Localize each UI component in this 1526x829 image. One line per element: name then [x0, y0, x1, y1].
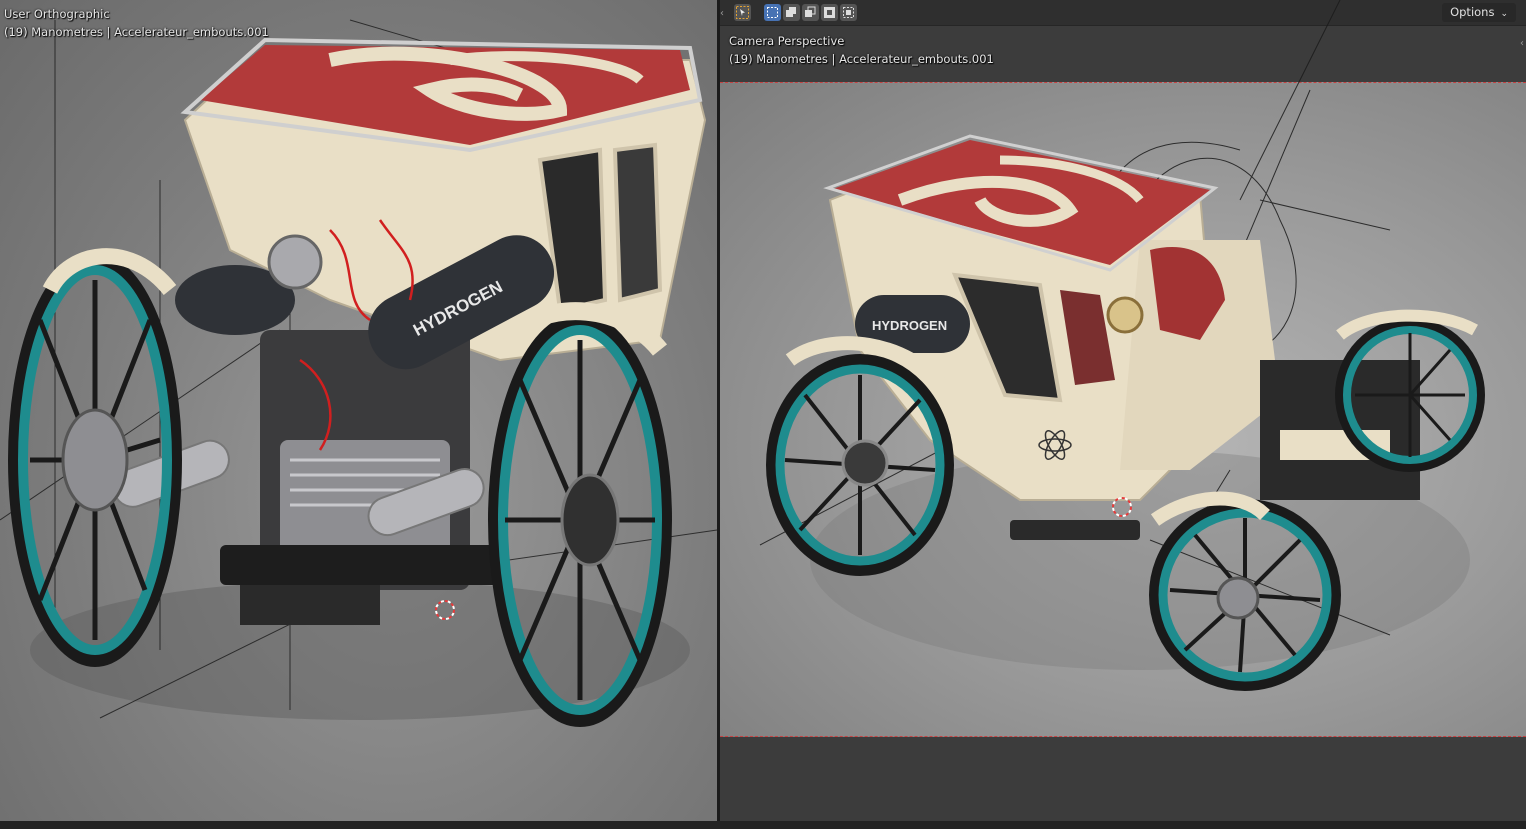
left-view-name: User Orthographic: [4, 7, 110, 21]
left-edge-arrow-icon[interactable]: ‹: [720, 8, 724, 19]
right-vehicle-render: HYDROGEN: [759, 0, 1485, 691]
right-3d-viewport[interactable]: Options ⌄ HYDROGEN Camera Perspective (1…: [720, 0, 1526, 821]
left-vehicle-render: HYDROGEN: [0, 19, 717, 727]
left-object-info: (19) Manometres | Accelerateur_embouts.0…: [4, 25, 269, 39]
status-bar: [0, 821, 1526, 829]
sidebar-toggle-icon[interactable]: ‹: [1520, 38, 1524, 49]
left-viewport-info: User Orthographic (19) Manometres | Acce…: [4, 5, 269, 41]
right-view-name: Camera Perspective: [729, 34, 845, 48]
right-object-info: (19) Manometres | Accelerateur_embouts.0…: [729, 52, 994, 66]
left-3d-viewport[interactable]: HYDROGEN User Orthographic (19) Manometr…: [0, 0, 717, 821]
right-viewport-info: Camera Perspective (19) Manometres | Acc…: [729, 32, 994, 68]
hydrogen-tank-label-right: HYDROGEN: [872, 318, 947, 333]
